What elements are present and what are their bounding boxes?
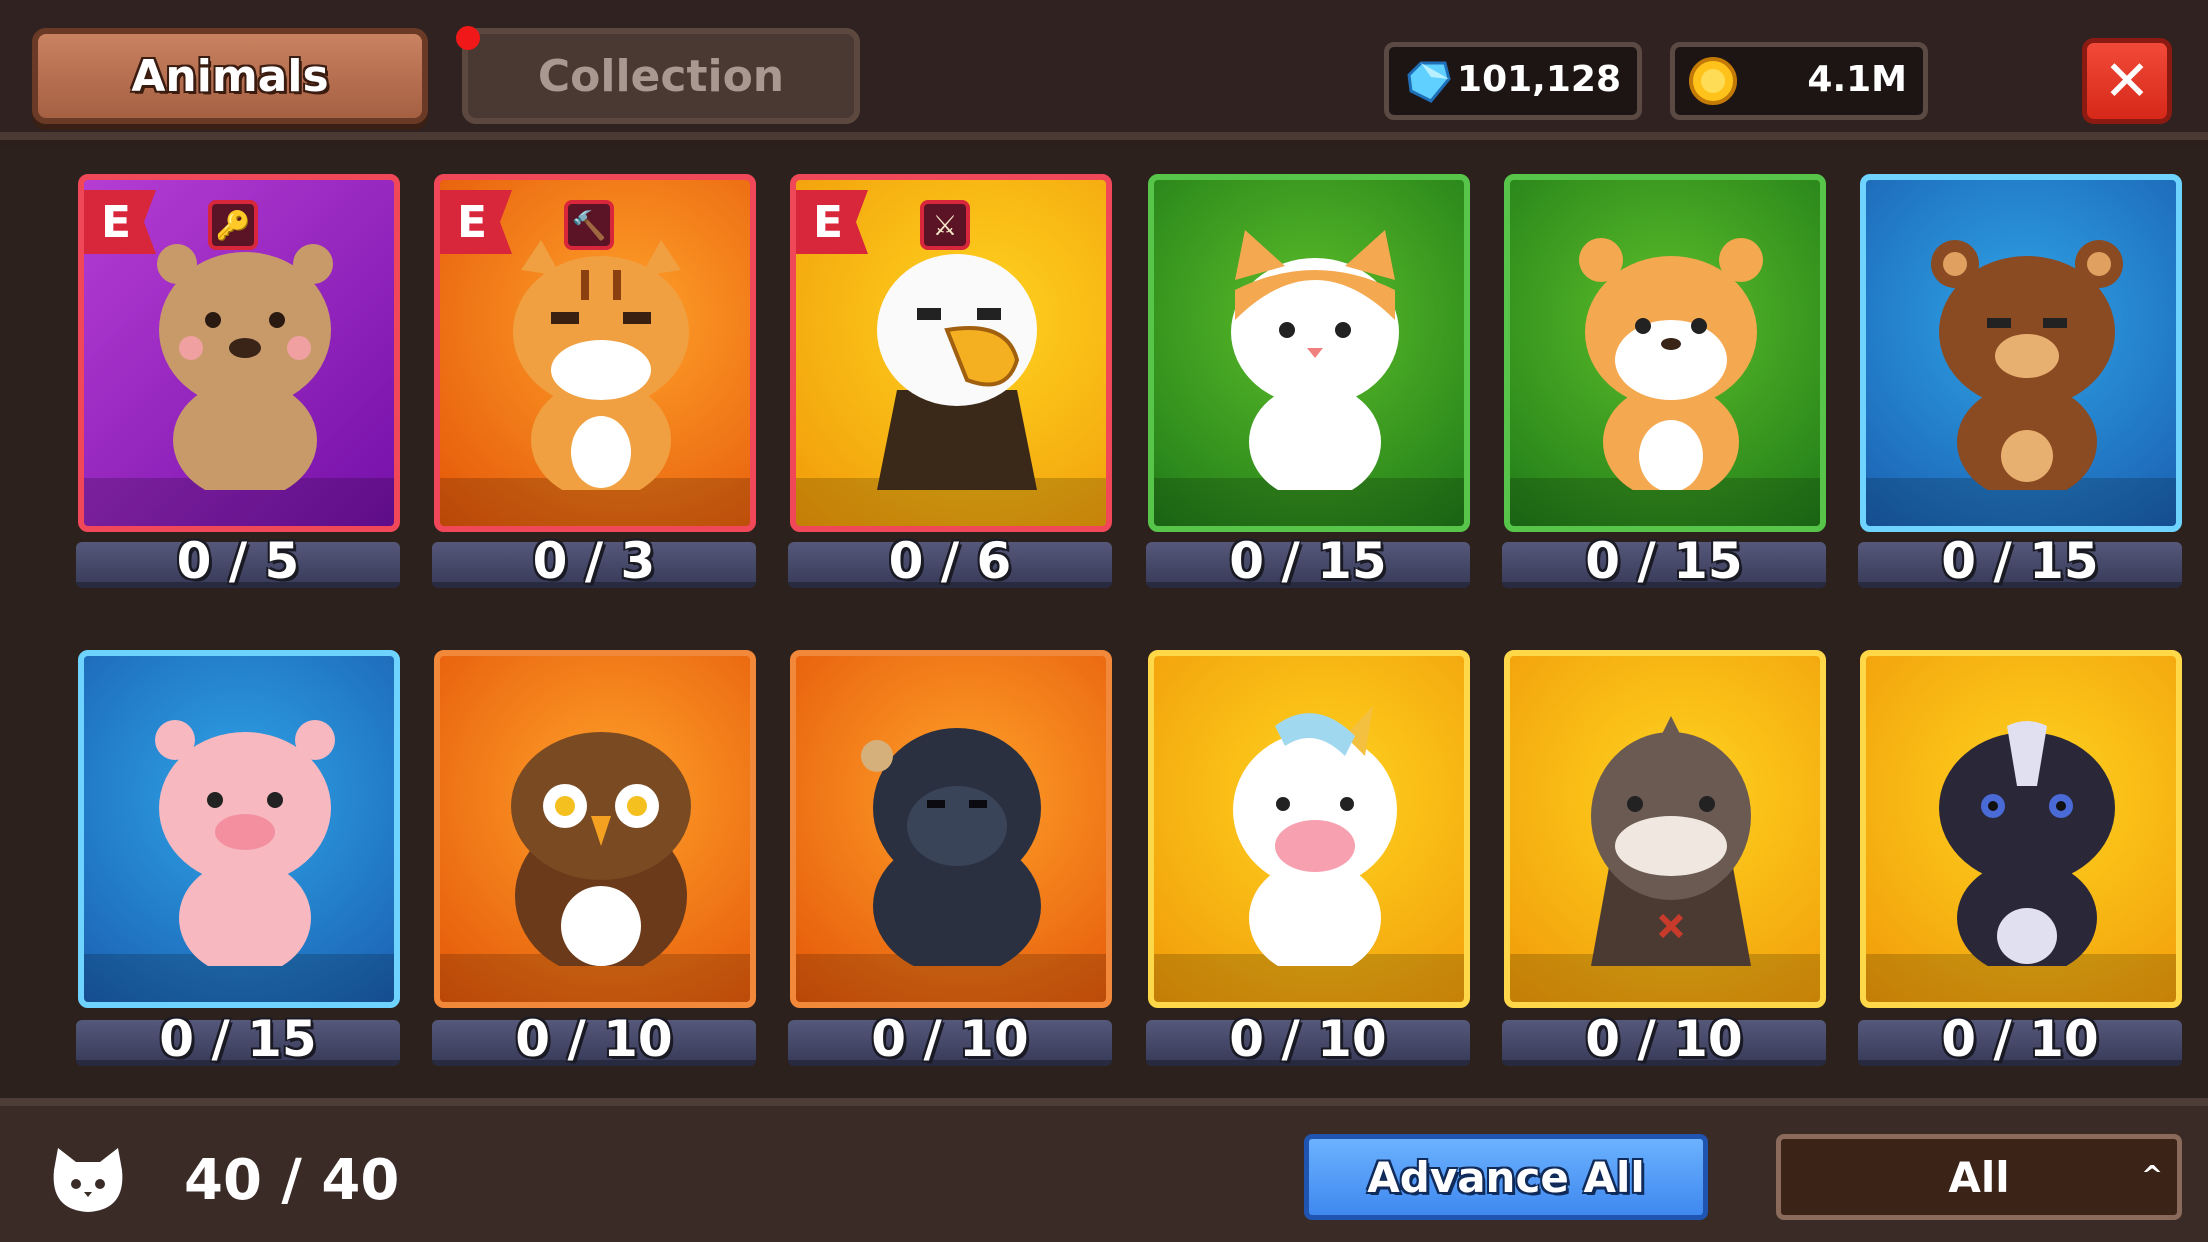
quokka-portrait-icon — [157, 244, 333, 490]
card-count: 0 / 15 — [1941, 532, 2099, 590]
bear-portrait-icon — [1931, 240, 2123, 490]
card-count: 0 / 15 — [1585, 532, 1743, 590]
animal-card-hamster[interactable] — [1504, 174, 1826, 532]
tiger-portrait-icon — [513, 240, 689, 490]
card-count: 0 / 5 — [176, 532, 300, 590]
animal-card-pig[interactable] — [78, 650, 400, 1008]
animal-card-eagle[interactable]: E ⚔ — [790, 174, 1112, 532]
key-icon: 🔑 — [208, 200, 258, 250]
card-count: 0 / 6 — [888, 532, 1012, 590]
card-count: 0 / 15 — [1229, 532, 1387, 590]
close-icon: ✕ — [2103, 48, 2151, 114]
animal-card-shark[interactable] — [1504, 650, 1826, 1008]
gem-counter: 101,128 — [1384, 42, 1642, 120]
owl-portrait-icon — [511, 732, 691, 966]
gem-amount: 101,128 — [1457, 59, 1621, 100]
animal-card-skunk[interactable] — [1860, 650, 2182, 1008]
filter-dropdown[interactable]: All ^ — [1776, 1134, 2182, 1220]
cat-capacity-icon — [53, 1148, 123, 1212]
gold-coin-icon — [1689, 57, 1737, 105]
animal-card-quokka[interactable]: E 🔑 — [78, 174, 400, 532]
filter-selected: All — [1948, 1152, 2010, 1202]
card-count: 0 / 10 — [1941, 1010, 2099, 1068]
eagle-portrait-icon — [877, 254, 1037, 490]
card-count: 0 / 10 — [1585, 1010, 1743, 1068]
card-count: 0 / 10 — [871, 1010, 1029, 1068]
pig-portrait-icon — [155, 720, 335, 966]
gold-amount: 4.1M — [1807, 59, 1907, 100]
top-bar: Animals Collection 101,128 4.1M ✕ — [0, 0, 2208, 140]
card-count: 0 / 3 — [532, 532, 656, 590]
unicorn-portrait-icon — [1233, 706, 1397, 966]
animal-card-gorilla[interactable] — [790, 650, 1112, 1008]
animal-card-tiger[interactable]: E 🔨 — [434, 174, 756, 532]
animal-card-bear[interactable] — [1860, 174, 2182, 532]
animal-grid: E 🔑 E 🔨 E ⚔ 0 / 5 0 / 3 0 / 6 0 / 15 0 /… — [0, 148, 2208, 1098]
gem-icon — [1407, 61, 1451, 103]
tab-animals[interactable]: Animals — [32, 28, 428, 124]
sword-icon: ⚔ — [920, 200, 970, 250]
shark-portrait-icon — [1591, 716, 1751, 966]
notification-dot — [456, 26, 480, 50]
animal-capacity: 40 / 40 — [184, 1148, 400, 1213]
gold-counter: 4.1M — [1670, 42, 1928, 120]
card-count: 0 / 15 — [159, 1010, 317, 1068]
card-count: 0 / 10 — [1229, 1010, 1387, 1068]
cat-portrait-icon — [1231, 230, 1399, 490]
card-count: 0 / 10 — [515, 1010, 673, 1068]
gorilla-portrait-icon — [861, 728, 1041, 966]
hammer-icon: 🔨 — [564, 200, 614, 250]
animal-card-owl[interactable] — [434, 650, 756, 1008]
close-button[interactable]: ✕ — [2082, 38, 2172, 124]
hamster-portrait-icon — [1579, 238, 1763, 490]
animal-card-unicorn[interactable] — [1148, 650, 1470, 1008]
chevron-up-icon: ^ — [2141, 1161, 2163, 1191]
tab-collection[interactable]: Collection — [462, 28, 860, 124]
animal-card-cat[interactable] — [1148, 174, 1470, 532]
bottom-bar: 40 / 40 Advance All All ^ — [0, 1098, 2208, 1242]
skunk-portrait-icon — [1939, 721, 2115, 966]
advance-all-button[interactable]: Advance All — [1304, 1134, 1708, 1220]
